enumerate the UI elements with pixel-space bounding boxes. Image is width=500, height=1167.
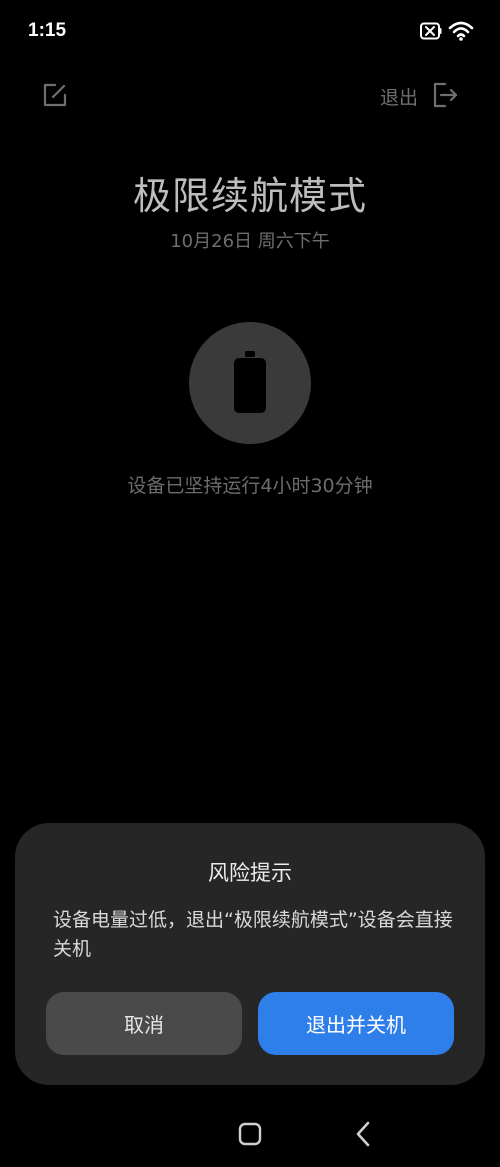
battery-indicator bbox=[189, 322, 311, 444]
page-date: 10月26日 周六下午 bbox=[170, 231, 330, 252]
cancel-button[interactable]: 取消 bbox=[46, 992, 242, 1055]
runtime-text: 设备已坚持运行4小时30分钟 bbox=[127, 475, 373, 497]
exit-icon[interactable] bbox=[432, 81, 458, 109]
status-time: 1:15 bbox=[28, 20, 67, 41]
back-icon[interactable] bbox=[354, 1120, 372, 1148]
dialog-title: 风险提示 bbox=[208, 861, 292, 885]
home-icon[interactable] bbox=[238, 1122, 262, 1146]
edit-icon[interactable] bbox=[42, 82, 68, 108]
cancel-button-label: 取消 bbox=[124, 1013, 164, 1037]
battery-icon bbox=[234, 351, 266, 413]
dialog-message: 设备电量过低，退出“极限续航模式”设备会直接关机 bbox=[53, 909, 453, 960]
exit-and-shutdown-button-label: 退出并关机 bbox=[306, 1013, 406, 1037]
page-title: 极限续航模式 bbox=[132, 174, 367, 218]
risk-dialog: 风险提示 设备电量过低，退出“极限续航模式”设备会直接关机 取消 退出并关机 bbox=[15, 823, 485, 1085]
status-bar: 1:15 bbox=[0, 0, 500, 64]
exit-and-shutdown-button[interactable]: 退出并关机 bbox=[258, 992, 454, 1055]
wifi-icon bbox=[448, 21, 474, 41]
battery-status-icon bbox=[420, 22, 442, 40]
exit-label[interactable]: 退出 bbox=[380, 83, 418, 110]
